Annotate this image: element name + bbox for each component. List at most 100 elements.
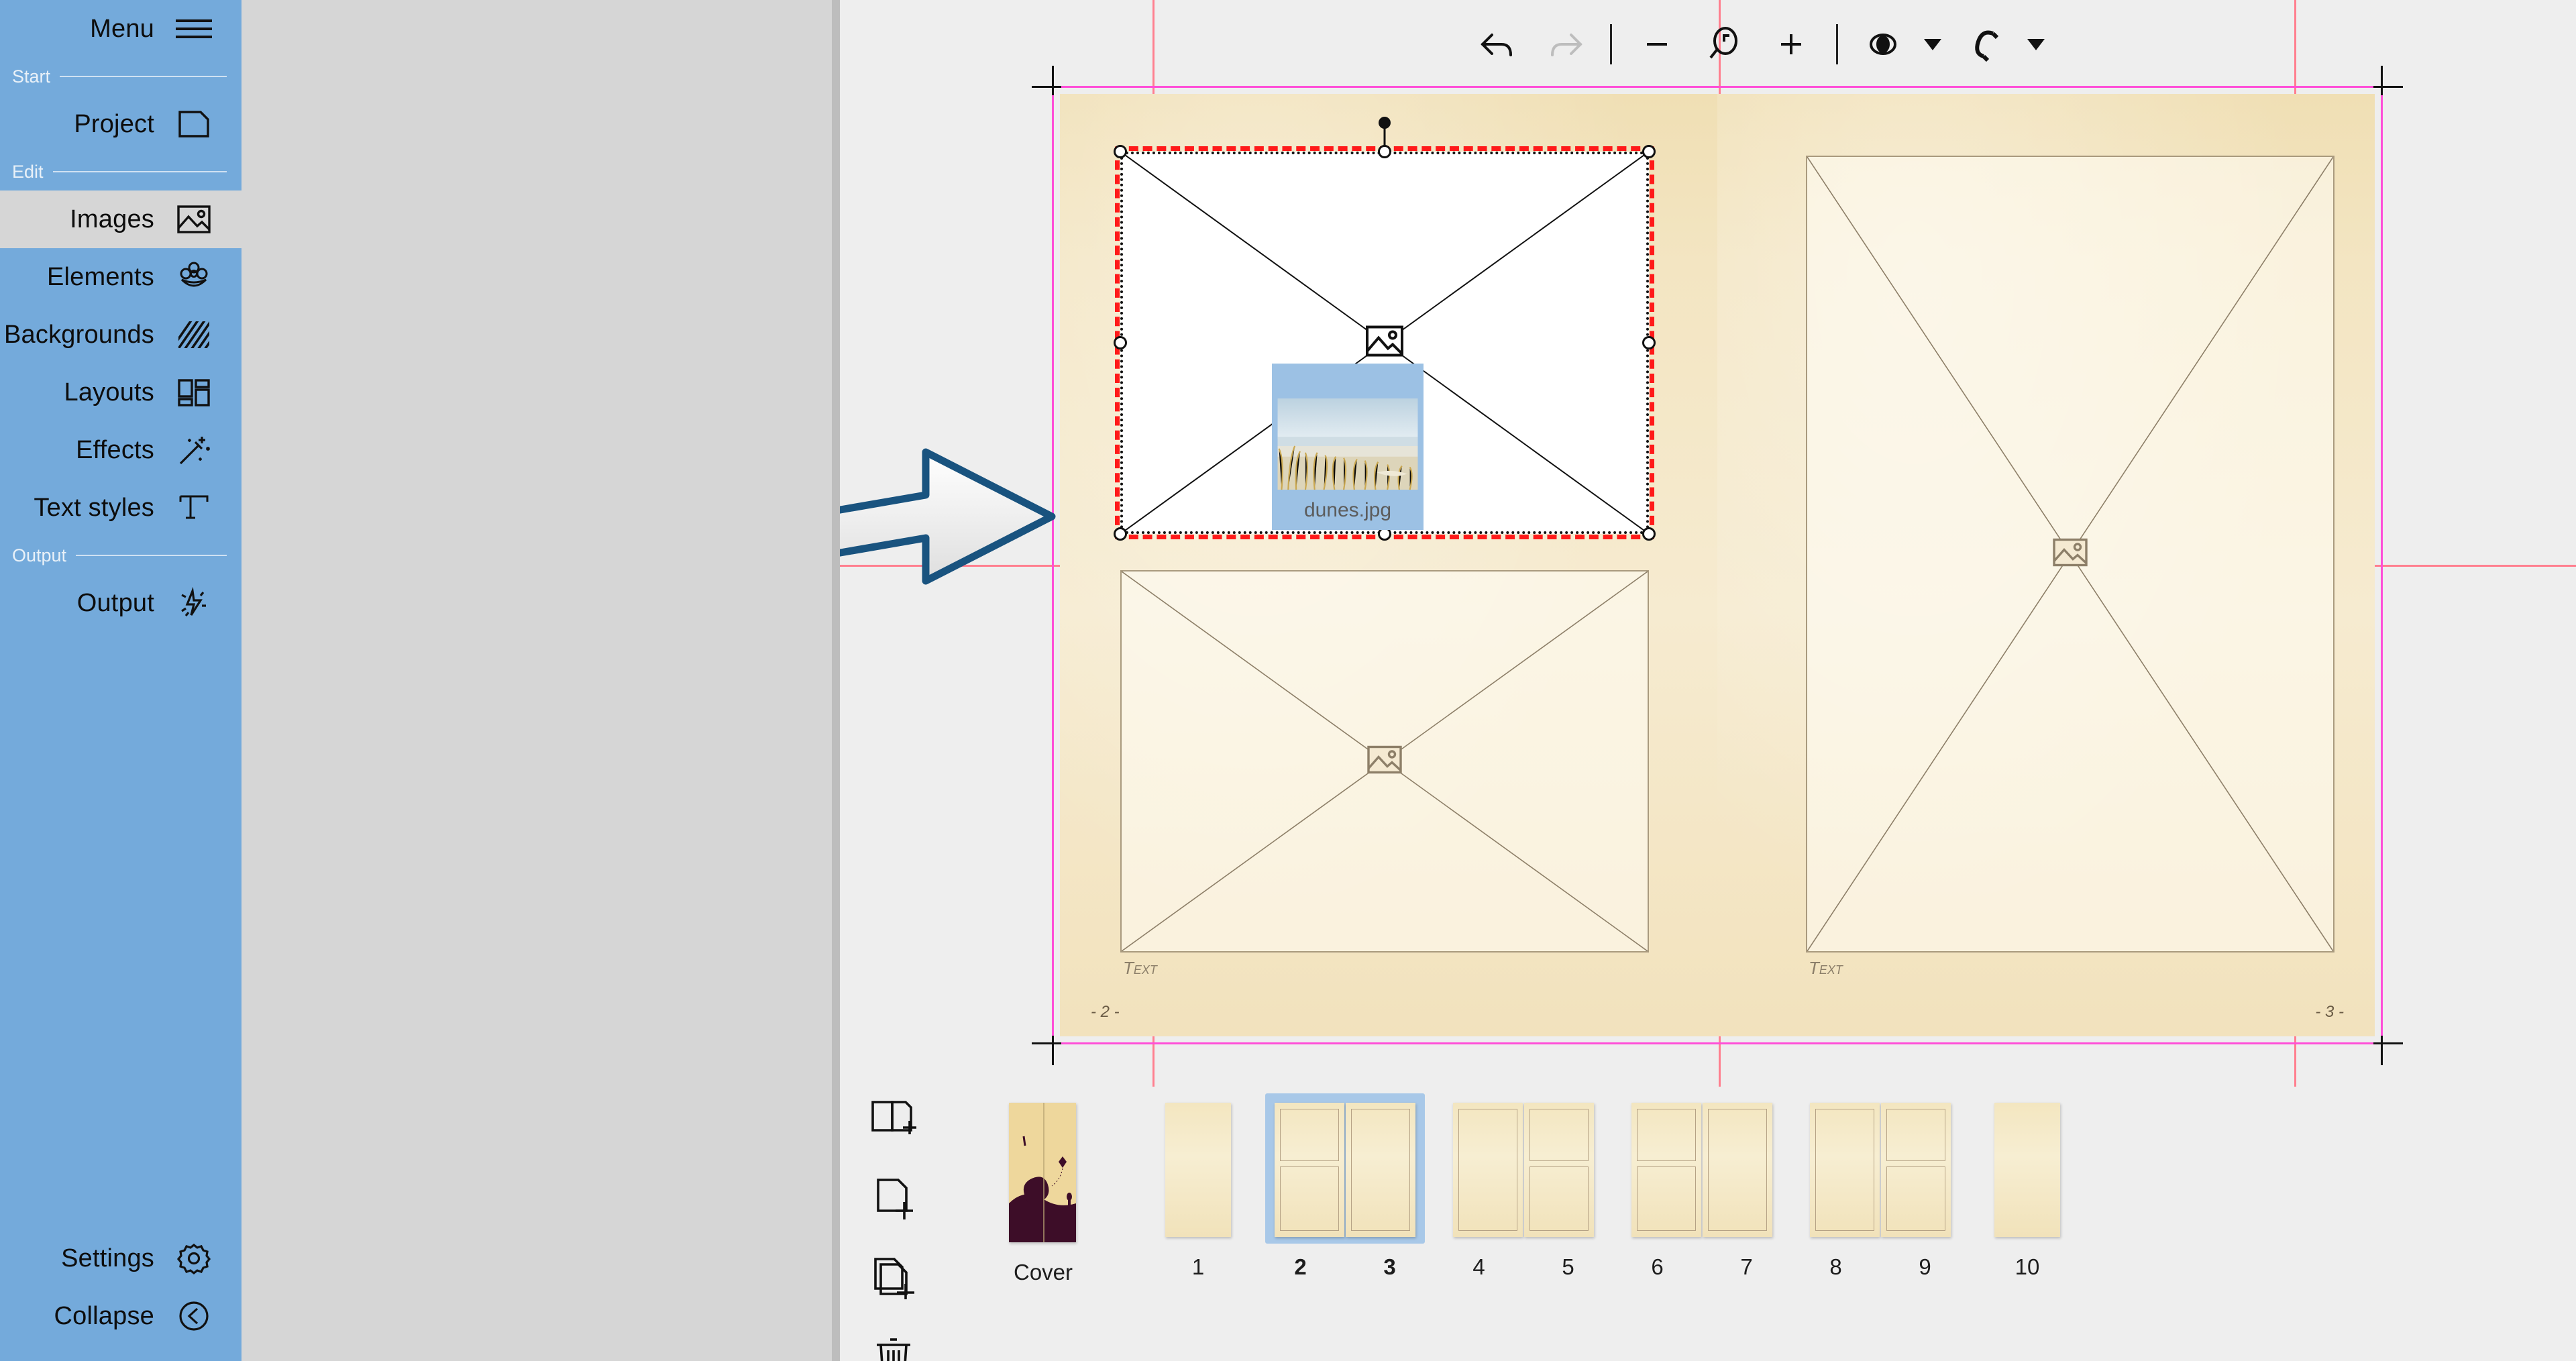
resize-handle-sw[interactable] <box>1114 527 1127 541</box>
burst-icon <box>173 582 215 624</box>
add-spread-icon[interactable] <box>868 1093 919 1144</box>
sidebar-item-label: Effects <box>76 435 154 464</box>
rotate-handle[interactable] <box>1379 117 1391 129</box>
mini-slot <box>1815 1109 1874 1231</box>
flower-icon <box>173 256 215 298</box>
page-thumbnail[interactable] <box>1346 1103 1415 1237</box>
crop-mark <box>2373 1042 2403 1044</box>
panel-resize-handle[interactable] <box>832 0 840 1361</box>
sidebar-item-backgrounds[interactable]: Backgrounds <box>0 306 241 364</box>
delete-page-trash-icon[interactable] <box>868 1331 919 1361</box>
sidebar-menu-button[interactable]: Menu <box>0 0 241 58</box>
page-strip-labels: 1 <box>1140 1254 1256 1280</box>
page-label: 3 <box>1383 1254 1396 1279</box>
page-strip-labels: 4 5 <box>1434 1254 1613 1280</box>
page-strip-thumbnails <box>1622 1093 1782 1244</box>
layout-icon <box>173 372 215 413</box>
page-thumbnail[interactable] <box>1994 1103 2060 1237</box>
sidebar-section-label: Output <box>12 545 67 565</box>
page-strip-item-6-7[interactable]: 6 7 <box>1613 1093 1791 1280</box>
sidebar-item-settings[interactable]: Settings <box>0 1230 241 1287</box>
page-spread[interactable]: Text - 2 - Text - 3 - <box>1060 94 2375 1036</box>
page-strip-item-8-9[interactable]: 8 9 <box>1791 1093 1970 1280</box>
page-icon <box>173 103 215 145</box>
resize-handle-n[interactable] <box>1378 145 1391 158</box>
page-thumbnail[interactable] <box>1453 1103 1523 1237</box>
sidebar-item-label: Text styles <box>34 493 154 522</box>
image-placeholder-frame[interactable] <box>1120 570 1649 952</box>
selected-image-frame[interactable] <box>1114 117 1656 541</box>
page-canvas[interactable]: Text - 2 - Text - 3 - <box>840 0 2576 1087</box>
text-placeholder-label[interactable]: Text <box>1123 958 1157 979</box>
sidebar-item-project[interactable]: Project <box>0 95 241 153</box>
sidebar-item-images[interactable]: Images <box>0 190 241 248</box>
page-thumbnail[interactable] <box>1631 1103 1701 1237</box>
gear-icon <box>173 1238 215 1279</box>
page-strip[interactable]: Cover 1 2 3 4 5 6 7 8 9 10 <box>946 1093 2576 1335</box>
view-eye-icon[interactable] <box>1861 22 1905 66</box>
zoom-out-icon[interactable] <box>1635 22 1679 66</box>
magic-wand-icon <box>173 429 215 471</box>
zoom-fit-icon[interactable] <box>1702 22 1746 66</box>
resize-handle-ne[interactable] <box>1642 145 1656 158</box>
resize-handle-s[interactable] <box>1378 527 1391 541</box>
resize-handle-nw[interactable] <box>1114 145 1127 158</box>
sidebar-item-label: Elements <box>46 262 154 291</box>
hamburger-icon <box>173 8 215 50</box>
sidebar-section-output: Output <box>0 537 241 574</box>
add-page-icon[interactable] <box>868 1173 919 1223</box>
image-icon <box>1365 325 1404 362</box>
sidebar-item-text-styles[interactable]: Text styles <box>0 479 241 537</box>
page-strip-thumbnails <box>1801 1093 1960 1244</box>
page-label: 6 <box>1651 1254 1664 1279</box>
view-dropdown-caret-icon[interactable] <box>1924 38 1941 50</box>
page-strip-item-4-5[interactable]: 4 5 <box>1434 1093 1613 1280</box>
page-label: 4 <box>1472 1254 1485 1279</box>
image-icon <box>2052 537 2088 571</box>
page-strip-labels: Cover <box>946 1260 1140 1285</box>
duplicate-page-icon[interactable] <box>868 1252 919 1303</box>
redo-icon[interactable] <box>1543 22 1587 66</box>
sidebar-item-output[interactable]: Output <box>0 574 241 632</box>
crop-mark <box>1032 1042 1061 1044</box>
sidebar-item-effects[interactable]: Effects <box>0 421 241 479</box>
resize-handle-w[interactable] <box>1114 336 1127 349</box>
page-thumbnail[interactable] <box>1165 1103 1231 1237</box>
snap-dropdown-caret-icon[interactable] <box>2027 38 2045 50</box>
sidebar-item-label: Layouts <box>64 378 154 406</box>
sidebar-item-layouts[interactable]: Layouts <box>0 364 241 421</box>
image-placeholder-frame[interactable] <box>1806 156 2334 952</box>
crop-mark <box>1052 1036 1054 1065</box>
undo-icon[interactable] <box>1476 22 1520 66</box>
resize-handle-se[interactable] <box>1642 527 1656 541</box>
page-label: 5 <box>1562 1254 1574 1279</box>
text-placeholder-label[interactable]: Text <box>1809 958 1843 979</box>
page-label: 10 <box>2015 1254 2040 1279</box>
page-strip-item-1[interactable]: 1 <box>1140 1093 1256 1280</box>
sidebar: Menu Start Project Edit Images Elements … <box>0 0 241 1361</box>
page-label: 2 <box>1294 1254 1307 1279</box>
page-strip-item-cover[interactable]: Cover <box>946 1093 1140 1285</box>
mini-slot <box>1637 1166 1696 1231</box>
page-thumbnail[interactable] <box>1703 1103 1772 1237</box>
page-thumbnail[interactable] <box>1009 1103 1076 1242</box>
crop-mark <box>2373 86 2403 88</box>
page-thumbnail[interactable] <box>1810 1103 1880 1237</box>
crop-mark <box>1032 86 1061 88</box>
divider <box>52 171 227 172</box>
snap-magnet-icon[interactable] <box>1964 22 2008 66</box>
page-thumbnail[interactable] <box>1275 1103 1344 1237</box>
crop-mark <box>2381 66 2383 95</box>
page-tools <box>853 1093 934 1361</box>
sidebar-collapse-button[interactable]: Collapse <box>0 1287 241 1345</box>
mini-slot <box>1280 1166 1339 1231</box>
chevron-left-circle-icon <box>173 1295 215 1337</box>
zoom-in-icon[interactable] <box>1769 22 1813 66</box>
page-number-right: - 3 - <box>2315 1003 2344 1021</box>
page-strip-item-10[interactable]: 10 <box>1970 1093 2085 1280</box>
resize-handle-e[interactable] <box>1642 336 1656 349</box>
sidebar-item-elements[interactable]: Elements <box>0 248 241 306</box>
page-strip-item-2-3[interactable]: 2 3 <box>1256 1093 1434 1280</box>
page-thumbnail[interactable] <box>1524 1103 1594 1237</box>
page-thumbnail[interactable] <box>1881 1103 1951 1237</box>
